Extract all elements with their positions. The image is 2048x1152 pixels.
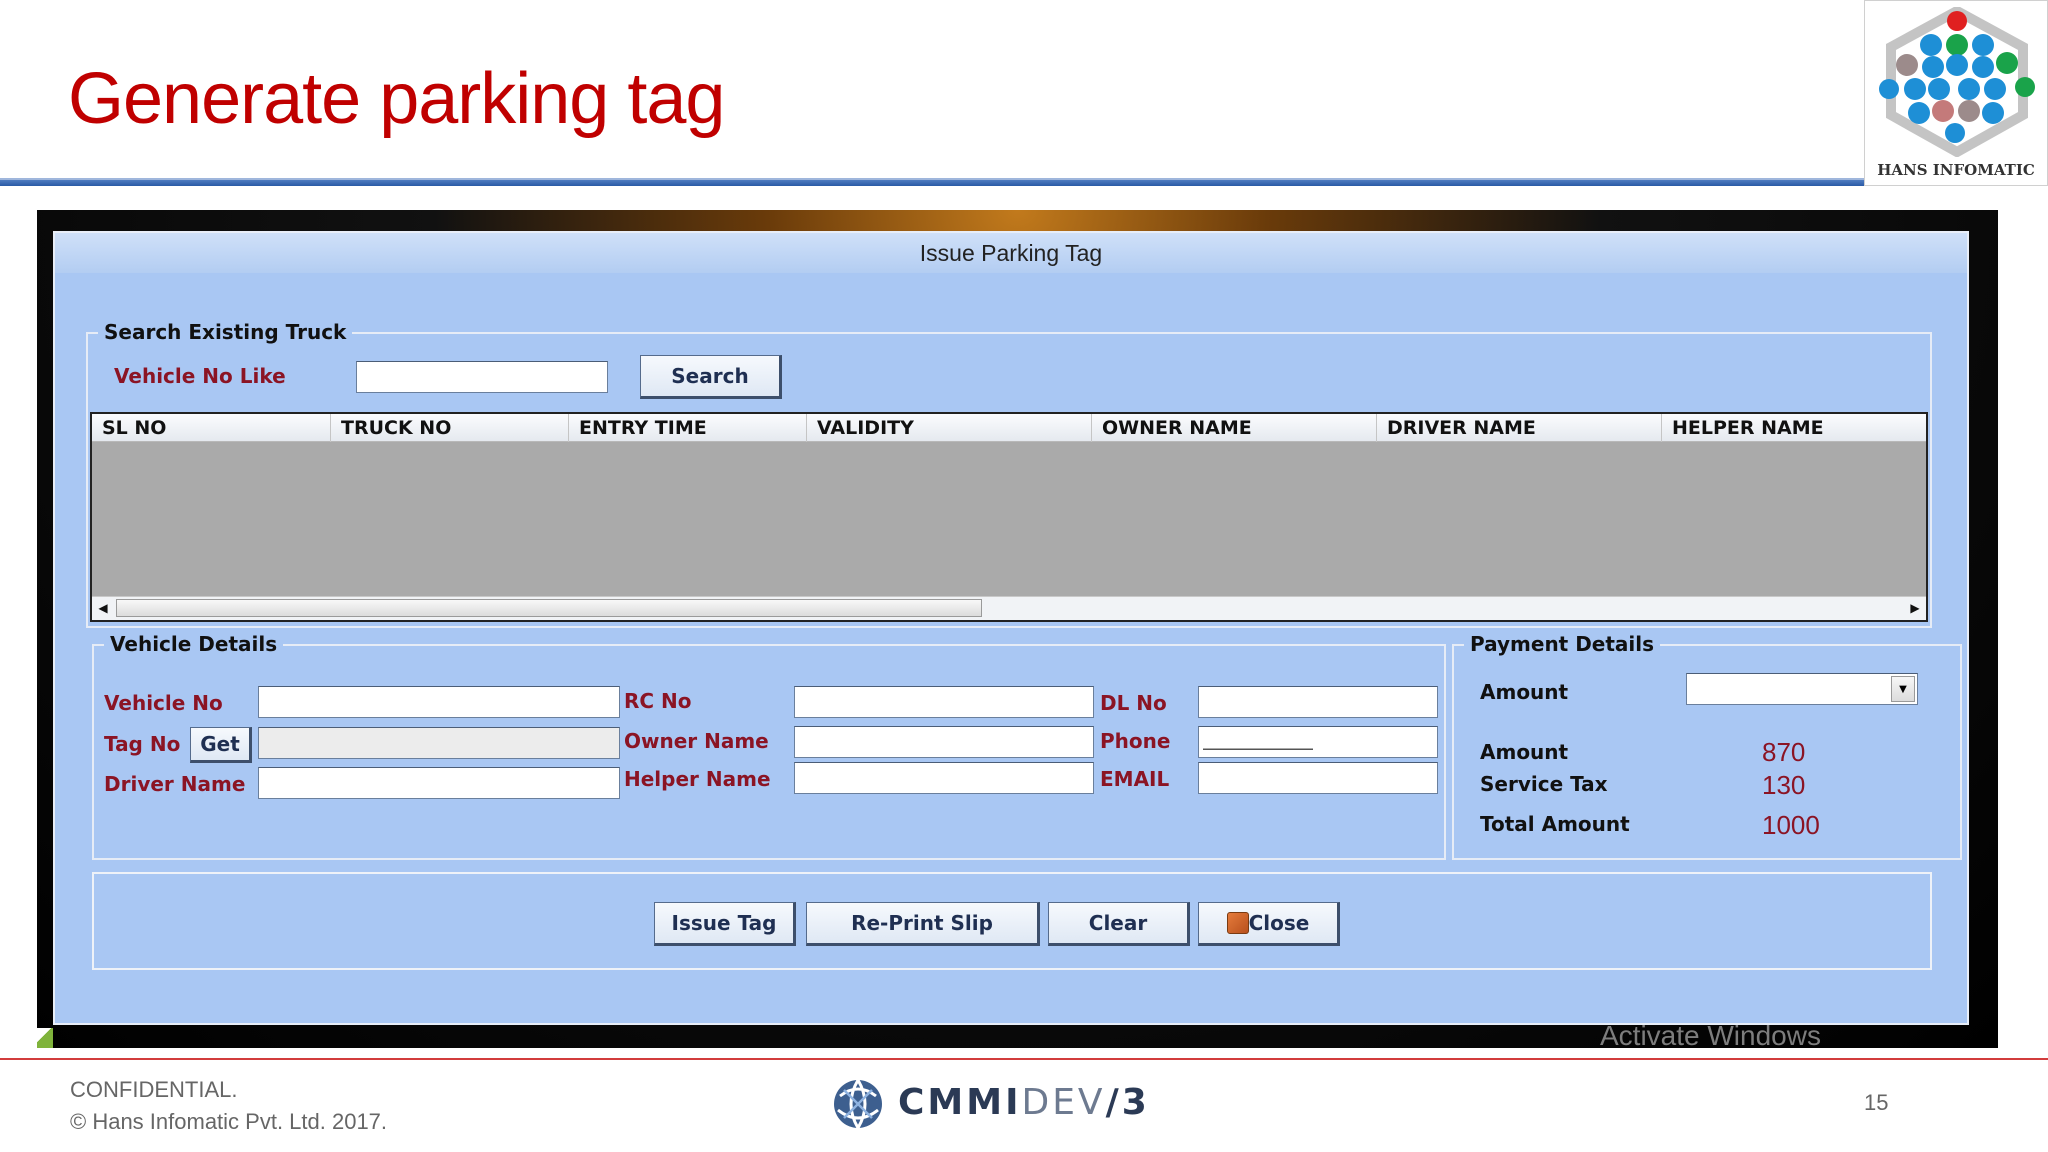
footer-confidential: CONFIDENTIAL. © Hans Infomatic Pvt. Ltd.… [70, 1074, 387, 1138]
chevron-down-icon[interactable]: ▼ [1891, 676, 1915, 702]
amount-value: 870 [1762, 737, 1806, 767]
close-button[interactable]: Close [1198, 902, 1340, 946]
rc-no-label: RC No [624, 689, 692, 713]
driver-name-input[interactable] [258, 767, 620, 799]
footer-line-2: © Hans Infomatic Pvt. Ltd. 2017. [70, 1109, 388, 1134]
close-button-label: Close [1248, 911, 1310, 935]
vehicle-no-like-label: Vehicle No Like [114, 364, 286, 388]
email-input[interactable] [1198, 762, 1438, 794]
helper-name-label: Helper Name [624, 767, 771, 791]
vehicle-no-input[interactable] [258, 686, 620, 718]
column-header-sl-no[interactable]: SL NO [92, 414, 330, 442]
column-header-entry-time[interactable]: ENTRY TIME [568, 414, 806, 442]
helper-name-input[interactable] [794, 762, 1094, 794]
table-header: SL NO TRUCK NO ENTRY TIME VALIDITY OWNER… [92, 414, 1926, 442]
corner-decoration [37, 1028, 53, 1048]
owner-name-label: Owner Name [624, 729, 769, 753]
clear-button[interactable]: Clear [1048, 902, 1190, 946]
payment-details-legend: Payment Details [1464, 632, 1661, 656]
phone-label: Phone [1100, 729, 1171, 753]
driver-name-label: Driver Name [104, 772, 246, 796]
cmmi-logo-text: CMMIDEV/3 [898, 1082, 1150, 1123]
amount-dropdown[interactable]: ▼ [1686, 673, 1918, 705]
total-amount-label: Total Amount [1480, 812, 1630, 836]
logo-dots-icon [1879, 7, 2035, 157]
activate-windows-watermark: Activate Windows [1600, 1020, 1821, 1051]
slide: Generate parking tag HANS INFOMATIC Issu… [0, 0, 2048, 1152]
cmmi-brand: CMMI [898, 1082, 1022, 1123]
scroll-right-arrow-icon[interactable]: ▶ [1904, 597, 1926, 619]
vehicle-details-legend: Vehicle Details [104, 632, 284, 656]
column-header-driver-name[interactable]: DRIVER NAME [1376, 414, 1661, 442]
column-header-owner-name[interactable]: OWNER NAME [1091, 414, 1376, 442]
dl-no-input[interactable] [1198, 686, 1438, 718]
search-group-legend: Search Existing Truck [98, 320, 353, 344]
phone-input[interactable] [1198, 726, 1438, 758]
scrollbar-thumb[interactable] [116, 599, 982, 617]
column-header-helper-name[interactable]: HELPER NAME [1661, 414, 1926, 442]
reprint-slip-button[interactable]: Re-Print Slip [806, 902, 1040, 946]
vehicle-no-like-input[interactable] [356, 361, 608, 393]
logo-text: HANS INFOMATIC [1877, 161, 2035, 179]
title-divider [0, 178, 1865, 186]
issue-tag-button[interactable]: Issue Tag [654, 902, 796, 946]
cmmi-level: /3 [1105, 1082, 1150, 1123]
amount-label: Amount [1480, 740, 1569, 764]
dl-no-label: DL No [1100, 691, 1167, 715]
truck-results-table[interactable]: SL NO TRUCK NO ENTRY TIME VALIDITY OWNER… [90, 412, 1928, 622]
footer-divider [0, 1058, 2048, 1060]
column-header-truck-no[interactable]: TRUCK NO [330, 414, 568, 442]
total-amount-value: 1000 [1762, 810, 1820, 840]
vehicle-no-label: Vehicle No [104, 691, 223, 715]
window-title: Issue Parking Tag [55, 233, 1967, 273]
scroll-left-arrow-icon[interactable]: ◀ [92, 597, 114, 619]
horizontal-scrollbar[interactable]: ◀ ▶ [92, 596, 1926, 620]
service-tax-value: 130 [1762, 770, 1806, 800]
amount-select-label: Amount [1480, 680, 1569, 704]
search-button[interactable]: Search [640, 355, 782, 399]
cmmi-suffix: DEV [1021, 1082, 1106, 1123]
cmmi-globe-icon [834, 1079, 882, 1129]
tag-no-label: Tag No [104, 732, 181, 756]
tag-no-input [258, 727, 620, 759]
company-logo: HANS INFOMATIC [1864, 0, 2048, 186]
email-label: EMAIL [1100, 767, 1170, 791]
rc-no-input[interactable] [794, 686, 1094, 718]
owner-name-input[interactable] [794, 726, 1094, 758]
close-door-icon [1226, 912, 1249, 934]
footer-line-1: CONFIDENTIAL. [70, 1077, 238, 1102]
service-tax-label: Service Tax [1480, 772, 1608, 796]
page-number: 15 [1864, 1090, 1889, 1115]
slide-title: Generate parking tag [68, 59, 725, 139]
get-tag-button[interactable]: Get [190, 727, 252, 763]
column-header-validity[interactable]: VALIDITY [806, 414, 1091, 442]
